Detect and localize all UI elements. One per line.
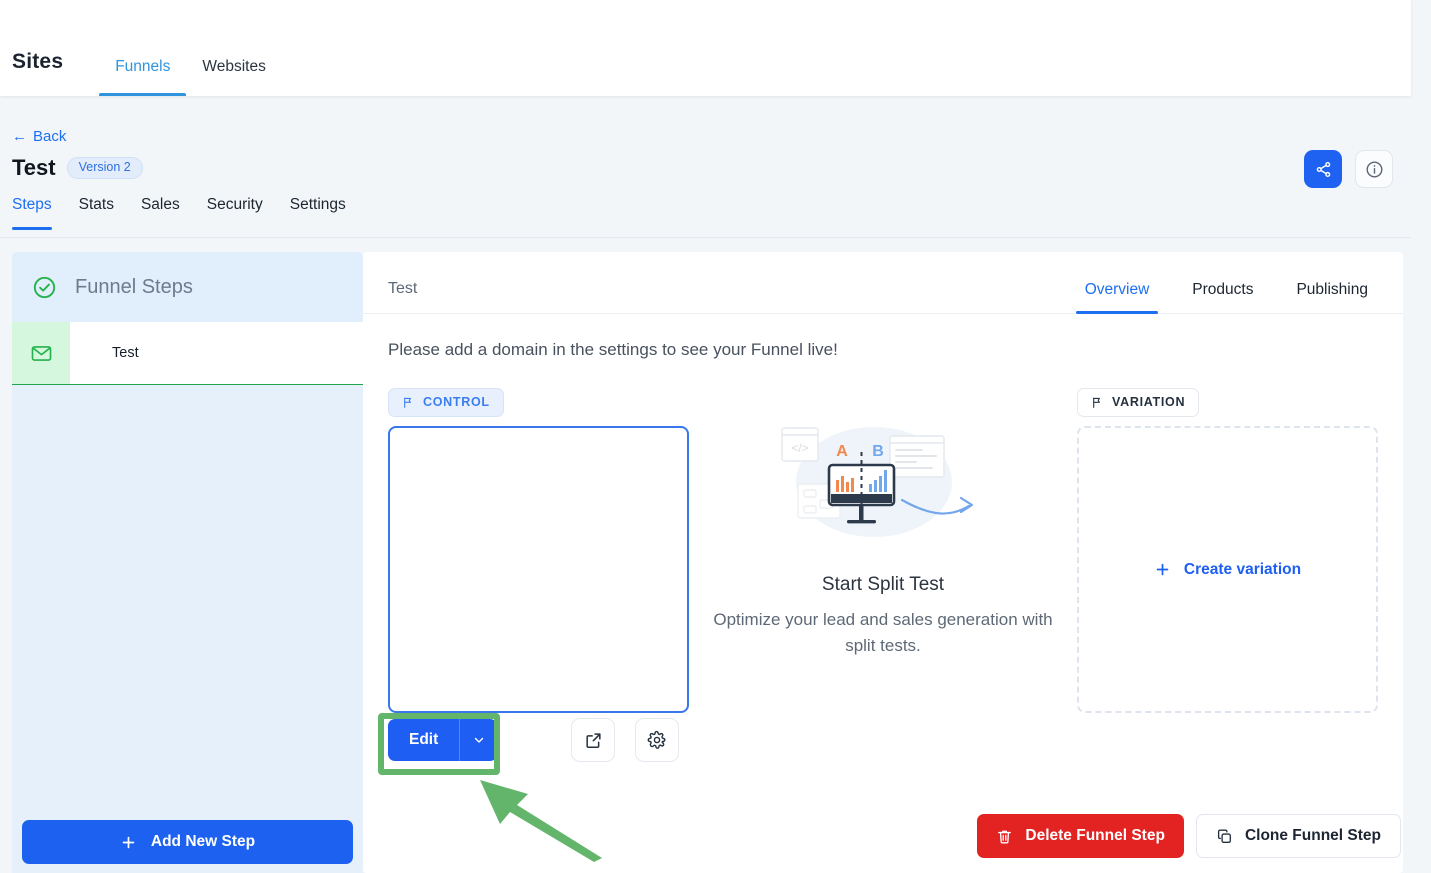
split-test-title: Start Split Test bbox=[821, 574, 945, 595]
variation-column: VARIATION Create variation bbox=[1077, 388, 1378, 713]
variants-row: CONTROL </> A B Start Split Test Optimiz… bbox=[363, 360, 1403, 713]
create-variation-label: Create variation bbox=[1183, 560, 1302, 578]
control-actions: Edit bbox=[388, 718, 680, 762]
envelope-icon bbox=[31, 345, 51, 361]
back-link-label: Back bbox=[33, 128, 67, 145]
info-icon bbox=[1366, 161, 1382, 177]
domain-notice: Please add a domain in the settings to s… bbox=[388, 340, 838, 359]
sidebar-item-label: Test bbox=[112, 345, 139, 361]
variation-badge-label: VARIATION bbox=[1112, 395, 1186, 410]
edit-split-button[interactable]: Edit bbox=[388, 719, 498, 761]
edit-button[interactable]: Edit bbox=[388, 719, 459, 761]
top-nav-group: Sites Funnels Websites bbox=[12, 50, 282, 96]
delete-funnel-step-button[interactable]: Delete Funnel Step bbox=[977, 814, 1184, 858]
back-arrow-icon: ← bbox=[12, 128, 27, 145]
share-icon bbox=[1316, 161, 1330, 177]
tab-products[interactable]: Products bbox=[1183, 281, 1262, 313]
topnav-tab-websites[interactable]: Websites bbox=[186, 58, 281, 96]
top-navigation-bar: Sites Funnels Websites bbox=[0, 0, 1411, 96]
control-badge: CONTROL bbox=[388, 388, 504, 417]
clone-funnel-step-button[interactable]: Clone Funnel Step bbox=[1195, 814, 1401, 858]
control-column: CONTROL bbox=[388, 388, 689, 713]
gear-icon bbox=[647, 730, 666, 749]
external-link-icon bbox=[586, 732, 601, 748]
header-actions bbox=[1304, 150, 1393, 188]
plus-icon bbox=[122, 836, 135, 848]
letter-a: A bbox=[836, 443, 848, 460]
control-badge-label: CONTROL bbox=[423, 395, 490, 410]
letter-b: B bbox=[872, 443, 884, 460]
tab-publishing-label: Publishing bbox=[1296, 281, 1368, 298]
main-card-tabs: Overview Products Publishing bbox=[1051, 281, 1377, 314]
plus-icon bbox=[1156, 563, 1169, 576]
share-button[interactable] bbox=[1304, 150, 1342, 188]
tab-security[interactable]: Security bbox=[207, 196, 277, 230]
section-tabs: Steps Stats Sales Security Settings bbox=[0, 196, 1411, 238]
trash-icon bbox=[998, 830, 1012, 843]
control-preview-box[interactable] bbox=[388, 426, 689, 713]
add-new-step-label: Add New Step bbox=[150, 833, 256, 850]
tab-sales-label: Sales bbox=[140, 196, 180, 213]
app-root: Sites Funnels Websites ← Back Test Versi… bbox=[0, 0, 1431, 873]
sidebar-header: Funnel Steps bbox=[12, 252, 363, 322]
ab-split-test-illustration: </> A B bbox=[781, 427, 974, 537]
back-link[interactable]: ← Back bbox=[12, 128, 66, 145]
topnav-tab-websites-label: Websites bbox=[202, 58, 266, 75]
svg-text:</>: </> bbox=[791, 441, 808, 455]
tab-security-label: Security bbox=[206, 196, 263, 213]
main-card-header: Test Overview Products Publishing bbox=[363, 252, 1403, 314]
clone-funnel-step-label: Clone Funnel Step bbox=[1244, 827, 1381, 844]
variation-badge: VARIATION bbox=[1077, 388, 1200, 417]
delete-funnel-step-label: Delete Funnel Step bbox=[1025, 827, 1165, 844]
tab-overview[interactable]: Overview bbox=[1075, 281, 1159, 314]
chevron-down-icon bbox=[474, 737, 483, 743]
flag-icon bbox=[1093, 397, 1100, 408]
tab-settings[interactable]: Settings bbox=[290, 196, 360, 230]
add-new-step-button[interactable]: Add New Step bbox=[22, 820, 353, 864]
split-test-promo: </> A B Start Split Test Optimize your l… bbox=[689, 388, 1077, 713]
tab-publishing[interactable]: Publishing bbox=[1287, 281, 1377, 313]
preview-page-button[interactable] bbox=[571, 718, 616, 762]
funnel-step-detail-card: Test Overview Products Publishing Please… bbox=[363, 252, 1403, 873]
funnel-step-footer-actions: Delete Funnel Step Clone Funnel Step bbox=[977, 814, 1401, 858]
check-circle-icon bbox=[33, 276, 56, 298]
tab-settings-label: Settings bbox=[289, 196, 346, 213]
create-variation-button[interactable]: Create variation bbox=[1154, 561, 1301, 579]
add-step-wrap: Add New Step bbox=[12, 820, 363, 864]
main-step-name: Test bbox=[388, 280, 418, 297]
brand-label: Sites bbox=[12, 50, 64, 73]
topnav-tab-funnels-label: Funnels bbox=[115, 58, 171, 75]
tab-overview-label: Overview bbox=[1084, 281, 1150, 298]
page-title: Test bbox=[12, 155, 56, 180]
tab-sales[interactable]: Sales bbox=[141, 196, 194, 230]
step-settings-button[interactable] bbox=[635, 718, 680, 762]
version-badge: Version 2 bbox=[66, 157, 143, 179]
tab-steps-label: Steps bbox=[12, 196, 52, 213]
tab-products-label: Products bbox=[1192, 281, 1254, 298]
funnel-steps-sidebar: Funnel Steps Test Add New Step bbox=[12, 252, 363, 873]
sidebar-header-label: Funnel Steps bbox=[75, 275, 193, 298]
step-icon-cell bbox=[12, 322, 70, 384]
flag-icon bbox=[404, 397, 411, 408]
tab-steps[interactable]: Steps bbox=[12, 196, 66, 230]
sidebar-item-test[interactable]: Test bbox=[12, 322, 363, 385]
edit-button-label: Edit bbox=[409, 731, 439, 748]
topnav-tab-funnels[interactable]: Funnels bbox=[99, 58, 187, 96]
page-title-row: Test Version 2 bbox=[12, 155, 143, 181]
variation-preview-box[interactable]: Create variation bbox=[1077, 426, 1378, 713]
copy-icon bbox=[1217, 829, 1231, 843]
info-button[interactable] bbox=[1355, 150, 1393, 188]
edit-dropdown-toggle[interactable] bbox=[459, 719, 497, 761]
tab-stats-label: Stats bbox=[78, 196, 114, 213]
split-test-subtitle: Optimize your lead and sales generation … bbox=[713, 610, 1053, 656]
tab-stats[interactable]: Stats bbox=[79, 196, 128, 230]
